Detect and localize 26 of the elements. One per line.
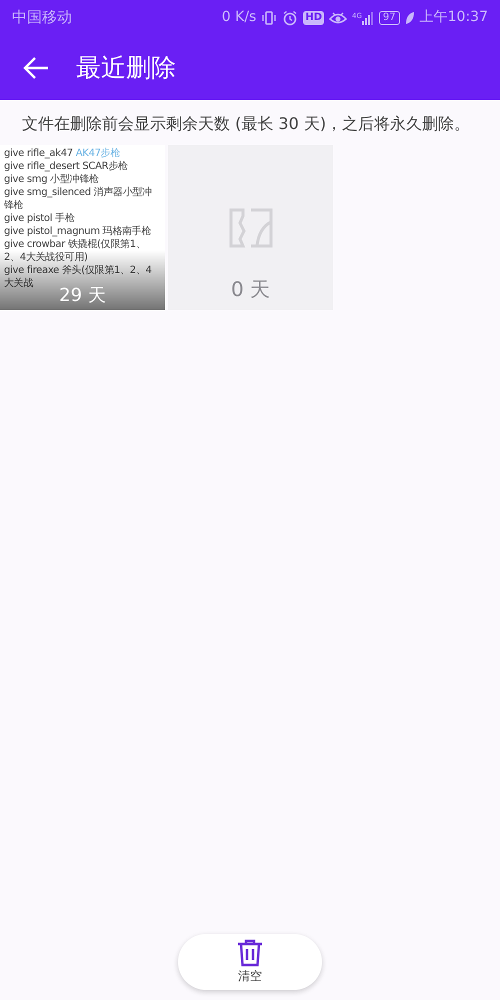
battery-level: 97 <box>378 10 400 24</box>
alarm-icon <box>282 10 298 26</box>
clear-button[interactable]: 清空 <box>178 934 322 990</box>
document-line: give pistol_magnum 玛格南手枪 <box>4 225 152 238</box>
back-button[interactable] <box>22 56 50 80</box>
document-line: give smg 小型冲锋枪 <box>4 173 100 186</box>
days-remaining: 29 天 <box>59 285 106 308</box>
clock-time: 上午10:37 <box>420 8 488 27</box>
network-speed: 0 K/s <box>222 8 256 27</box>
back-arrow-icon <box>22 56 50 80</box>
page-title: 最近删除 <box>76 52 176 82</box>
days-remaining: 0 天 <box>230 278 270 300</box>
vibrate-icon <box>261 10 278 26</box>
document-line: give rifle_ak47 AK47步枪 <box>4 147 122 160</box>
carrier-name: 中国移动 <box>12 7 72 28</box>
document-line: give crowbar 铁撬棍(仅限第1、2、4大关战役可用) <box>4 238 146 264</box>
hd-badge: HD <box>303 10 324 24</box>
broken-image-icon <box>229 208 273 248</box>
document-line: give rifle_desert SCAR步枪 <box>4 160 129 174</box>
document-line: give pistol 手枪 <box>4 212 76 226</box>
file-thumbnail[interactable]: give rifle_ak47 AK47步枪 give rifle_desert SCAR步枪 give smg 小型冲锋枪 give smg_silenced 消声器小型冲锋枪 give pistol 手枪 give pistol_magnum 玛格南手枪 give crowbar 铁撬棍(仅限第1、2、4大关战役可用) give fireaxe 斧头(仅限第1、2、4大关战 29 天 <box>0 145 165 310</box>
trash-icon <box>237 939 263 967</box>
info-text: 文件在删除前会显示剩余天数 (最长 30 天)，之后将永久删除。 <box>21 113 472 135</box>
leaf-icon <box>404 10 415 24</box>
signal-icon <box>362 10 374 24</box>
eye-icon <box>329 10 348 26</box>
